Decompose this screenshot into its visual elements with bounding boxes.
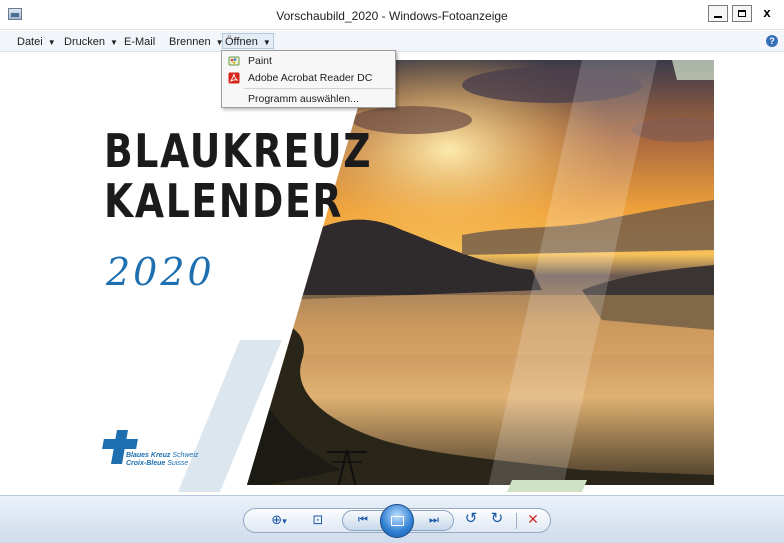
menu-oeffnen[interactable]: Öffnen ▼ (222, 33, 274, 49)
delete-icon: ✕ (527, 511, 539, 527)
minimize-icon (714, 16, 722, 18)
blaues-kreuz-logo: Blaues Kreuz Schweiz Croix-Bleue Suisse (100, 428, 210, 478)
poster-year: 2020 (106, 250, 215, 294)
next-icon: ⏭ (429, 514, 439, 526)
menu-oeffnen-label: Öffnen (225, 36, 258, 48)
menu-email-label: E-Mail (124, 36, 156, 48)
minimize-button[interactable] (708, 5, 728, 22)
menu-brennen-label: Brennen (169, 36, 211, 48)
previous-button[interactable]: ⏮ (352, 512, 374, 528)
chevron-down-icon: ▼ (109, 38, 118, 47)
menu-drucken[interactable]: Drucken ▼ (62, 34, 120, 50)
logo-text-line2-rest: Suisse (167, 460, 189, 467)
dropdown-item-label: Adobe Acrobat Reader DC (248, 72, 373, 84)
rotate-clockwise-button[interactable]: ↻ (489, 511, 505, 527)
help-icon[interactable]: ? (766, 35, 778, 47)
dropdown-separator (244, 88, 393, 89)
actual-size-button[interactable]: ⊡ (310, 512, 326, 528)
dropdown-item-label: Programm auswählen... (248, 93, 359, 105)
logo-text-line1-rest: Schweiz (172, 452, 199, 459)
logo-text-line1-bold: Blaues Kreuz (126, 452, 171, 459)
next-button[interactable]: ⏭ (423, 512, 445, 528)
delete-button[interactable]: ✕ (524, 511, 542, 527)
maximize-button[interactable] (732, 5, 752, 22)
zoom-dropdown-arrow-icon: ▾ (282, 516, 287, 526)
window-controls: x (704, 5, 778, 22)
magnifier-icon: ⊕ (271, 512, 283, 527)
poster-title-line1: BLAUKREUZ (104, 124, 373, 178)
maximize-icon (738, 10, 746, 17)
menu-datei[interactable]: Datei ▼ (15, 34, 58, 50)
menu-brennen[interactable]: Brennen ▼ (167, 34, 226, 50)
zoom-button[interactable]: ⊕▾ (266, 512, 292, 528)
chevron-down-icon: ▼ (47, 38, 56, 47)
logo-text-line2-bold: Croix-Bleue (126, 460, 166, 467)
open-with-dropdown: Paint Adobe Acrobat Reader DC Programm a… (221, 50, 396, 108)
acrobat-icon (228, 72, 240, 84)
poster-title: BLAUKREUZ KALENDER (104, 126, 372, 226)
rotate-ccw-icon: ↺ (464, 510, 478, 527)
cross-icon-bar (102, 439, 138, 449)
close-icon: x (763, 5, 771, 20)
window-title: Vorschaubild_2020 - Windows-Fotoanzeige (276, 9, 508, 23)
poster-title-line2: KALENDER (104, 174, 344, 228)
logo-text-line2: Croix-Bleue Suisse (126, 460, 188, 467)
dropdown-item-label: Paint (248, 55, 272, 67)
close-button[interactable]: x (756, 5, 778, 22)
slideshow-icon (391, 516, 404, 526)
toolbar-separator (516, 513, 517, 529)
dropdown-item-acrobat[interactable]: Adobe Acrobat Reader DC (223, 70, 394, 86)
slideshow-button[interactable] (380, 504, 414, 538)
rotate-counterclockwise-button[interactable]: ↺ (463, 511, 479, 527)
rotate-cw-icon: ↻ (490, 510, 504, 527)
displayed-image: BLAUKREUZ KALENDER 2020 Blaues Kreuz Sch… (82, 60, 714, 492)
menu-datei-label: Datei (17, 36, 43, 48)
menu-bar: Datei ▼ Drucken ▼ E-Mail Brennen ▼ Öffnen ▼ … (0, 31, 784, 52)
image-viewer-area: BLAUKREUZ KALENDER 2020 Blaues Kreuz Sch… (0, 53, 784, 495)
paint-icon (228, 56, 240, 66)
menu-drucken-label: Drucken (64, 36, 105, 48)
chevron-down-icon: ▼ (262, 38, 271, 47)
title-bar: Vorschaubild_2020 - Windows-Fotoanzeige … (0, 0, 784, 30)
previous-icon: ⏮ (358, 514, 368, 526)
dropdown-item-paint[interactable]: Paint (223, 53, 394, 69)
logo-text-line1: Blaues Kreuz Schweiz (126, 452, 198, 459)
dropdown-item-choose-program[interactable]: Programm auswählen... (223, 91, 394, 107)
menu-email[interactable]: E-Mail (122, 34, 157, 50)
actual-size-icon: ⊡ (312, 512, 324, 527)
